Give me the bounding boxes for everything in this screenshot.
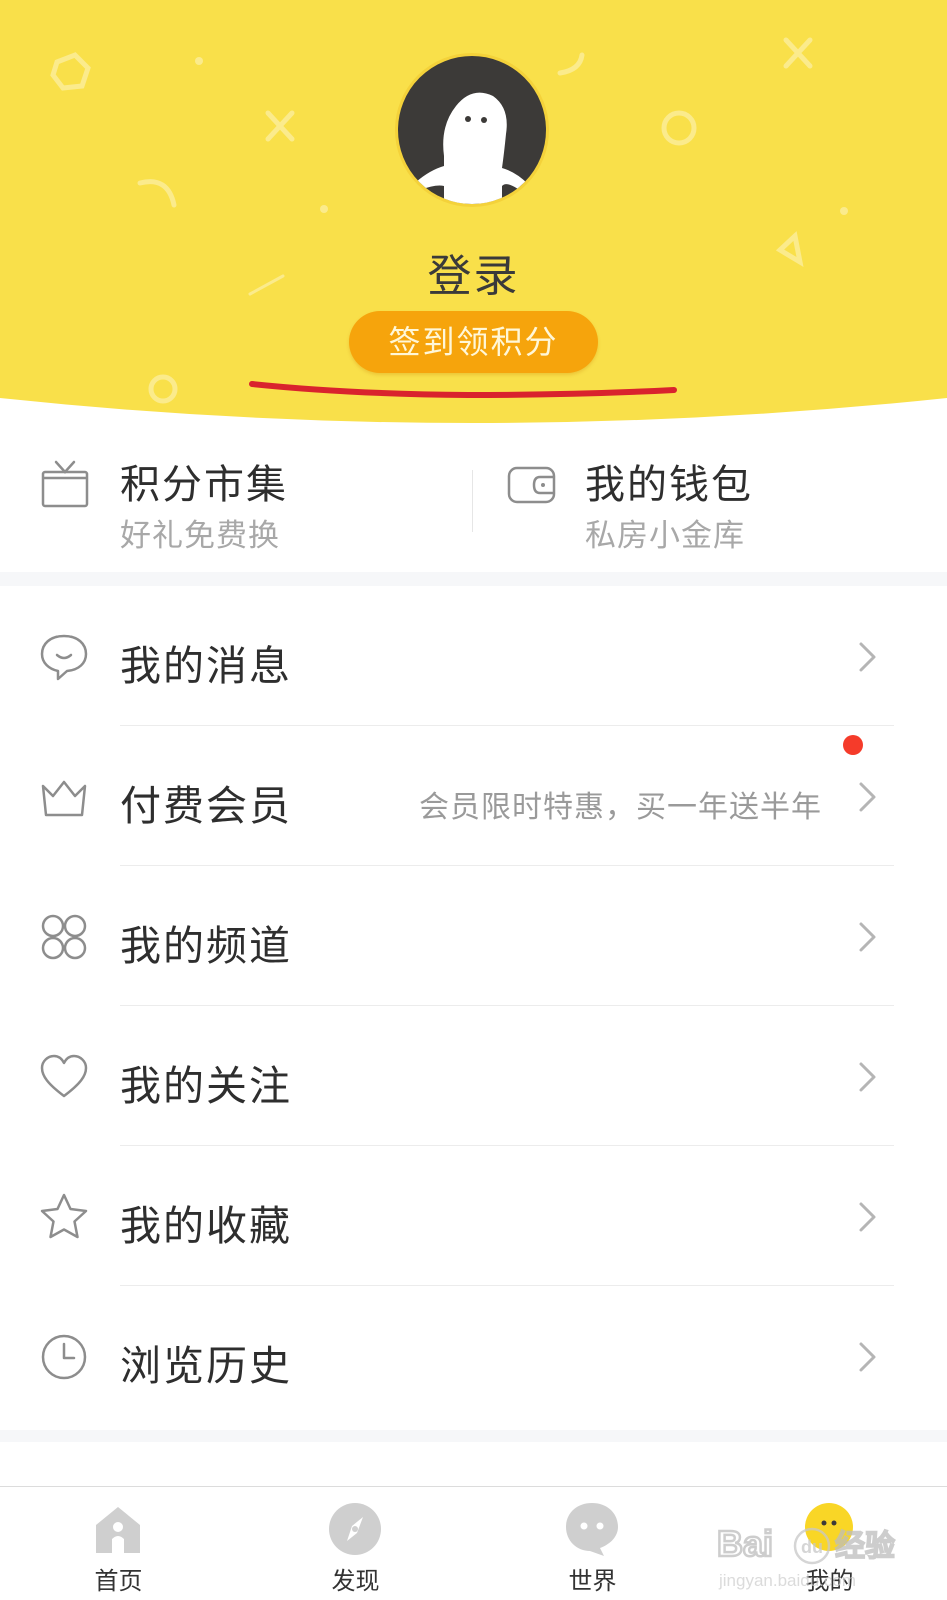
chat-bubble-icon <box>40 634 88 681</box>
login-label[interactable]: 登录 <box>0 240 947 304</box>
home-icon <box>96 1507 140 1553</box>
chevron-right-icon <box>859 782 876 812</box>
tab-label: 发现 <box>331 1567 380 1595</box>
quick-tiles: 积分市集 好礼免费换 我的钱包 私房小金库 <box>0 440 947 585</box>
tab-discover[interactable]: 发现 <box>237 1487 474 1600</box>
chat-face-icon <box>566 1503 618 1556</box>
tile-subtitle: 私房小金库 <box>585 518 745 554</box>
default-avatar-icon <box>416 92 528 204</box>
menu-item-messages[interactable]: 我的消息 <box>0 586 947 726</box>
tab-world[interactable]: 世界 <box>474 1487 711 1600</box>
wallet-icon <box>507 466 556 504</box>
menu-item-favorites[interactable]: 我的收藏 <box>0 1146 947 1286</box>
menu-item-label: 浏览历史 <box>120 1342 292 1390</box>
chevron-right-icon <box>859 1202 876 1232</box>
chevron-right-icon <box>859 1062 876 1092</box>
tab-label: 世界 <box>568 1567 617 1595</box>
tile-title: 我的钱包 <box>585 462 753 508</box>
menu-item-label: 我的收藏 <box>120 1202 292 1250</box>
checkin-points-button[interactable]: 签到领积分 <box>349 311 598 373</box>
vip-promo-hint: 会员限时特惠，买一年送半年 <box>419 790 822 825</box>
avatar[interactable] <box>395 53 549 207</box>
menu-item-channels[interactable]: 我的频道 <box>0 866 947 1006</box>
tile-subtitle: 好礼免费换 <box>120 518 280 554</box>
compass-icon <box>329 1503 381 1555</box>
svg-text:du: du <box>801 1537 823 1557</box>
baidu-watermark-logo: Bai 经验 du jingyan.baidu.com <box>717 1522 896 1590</box>
chevron-right-icon <box>859 922 876 952</box>
gift-box-icon <box>41 460 89 508</box>
menu-item-label: 我的频道 <box>120 922 292 970</box>
tab-label: 首页 <box>94 1567 143 1595</box>
menu-item-following[interactable]: 我的关注 <box>0 1006 947 1146</box>
tab-home[interactable]: 首页 <box>0 1487 237 1600</box>
chevron-right-icon <box>859 1342 876 1372</box>
notification-dot <box>843 735 863 755</box>
clock-icon <box>41 1334 87 1380</box>
menu-item-vip[interactable]: 付费会员 会员限时特惠，买一年送半年 <box>0 726 947 866</box>
section-gap <box>0 572 947 586</box>
chevron-right-icon <box>859 642 876 672</box>
crown-icon <box>41 780 87 817</box>
section-gap <box>0 1430 947 1486</box>
profile-header: 登录 签到领积分 <box>0 0 947 440</box>
menu-list: 我的消息 付费会员 会员限时特惠，买一年送半年 我的频道 我的关注 我的收藏 浏… <box>0 586 947 1426</box>
svg-text:经验: 经验 <box>835 1529 895 1564</box>
menu-item-label: 我的消息 <box>120 642 292 690</box>
menu-item-history[interactable]: 浏览历史 <box>0 1286 947 1426</box>
star-icon <box>40 1193 88 1239</box>
svg-text:jingyan.baidu.com: jingyan.baidu.com <box>718 1571 856 1590</box>
tile-points-market[interactable]: 积分市集 好礼免费换 <box>0 440 473 575</box>
svg-text:Bai: Bai <box>717 1523 773 1564</box>
tile-my-wallet[interactable]: 我的钱包 私房小金库 <box>473 440 947 575</box>
menu-item-label: 我的关注 <box>120 1062 292 1110</box>
tile-title: 积分市集 <box>120 462 288 508</box>
grid-icon <box>41 914 87 960</box>
heart-icon <box>40 1054 88 1098</box>
menu-item-label: 付费会员 <box>120 782 292 830</box>
